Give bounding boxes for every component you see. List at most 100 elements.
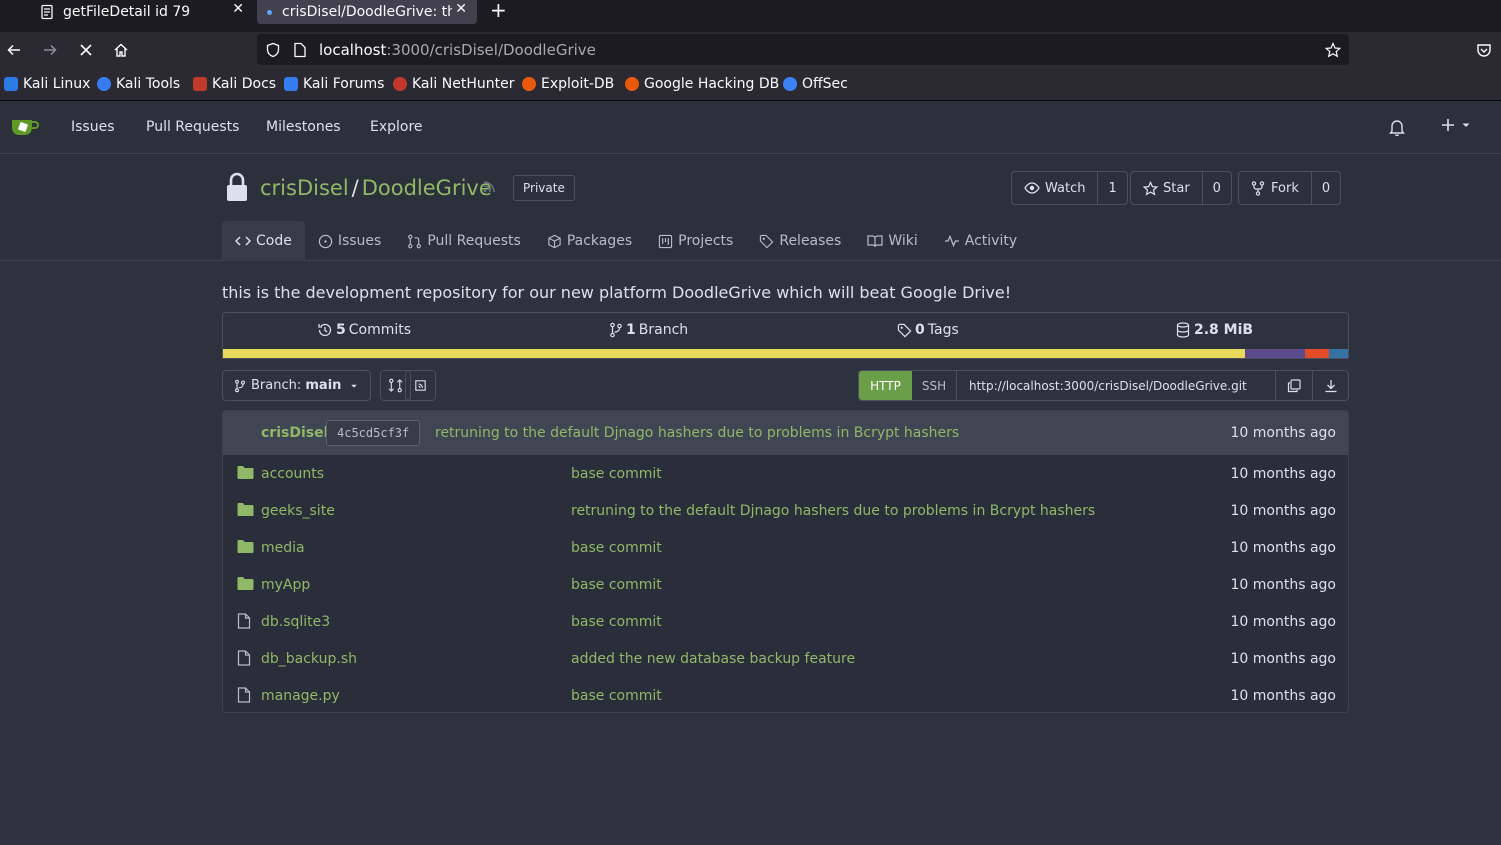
- history-icon: [318, 323, 332, 337]
- watch-button[interactable]: Watch: [1012, 172, 1099, 204]
- create-new-button[interactable]: [1441, 118, 1471, 132]
- folder-icon: [237, 503, 254, 516]
- tab-title: crisDisel/DoodleGrive: thi: [282, 4, 452, 20]
- file-commit-message[interactable]: base commit: [571, 614, 662, 630]
- history-button[interactable]: [405, 370, 436, 401]
- file-name[interactable]: db_backup.sh: [261, 651, 357, 667]
- tab-label: Projects: [678, 233, 734, 249]
- project-icon: [658, 234, 673, 248]
- file-time: 10 months ago: [1230, 502, 1336, 519]
- star-button[interactable]: Star: [1131, 172, 1203, 204]
- language-segment[interactable]: [223, 349, 1245, 358]
- bookmark-label: Exploit-DB: [541, 76, 615, 92]
- repo-owner-link[interactable]: crisDisel: [260, 176, 349, 200]
- url-bar[interactable]: localhost:3000/crisDisel/DoodleGrive: [257, 34, 1349, 65]
- gitea-logo[interactable]: [10, 116, 40, 138]
- file-name[interactable]: geeks_site: [261, 503, 335, 519]
- star-count[interactable]: 0: [1203, 181, 1231, 196]
- commit-message[interactable]: retruning to the default Djnago hashers …: [435, 425, 959, 441]
- browser-tab-active[interactable]: crisDisel/DoodleGrive: thi ✕: [257, 0, 477, 24]
- file-name[interactable]: accounts: [261, 466, 324, 482]
- close-tab-icon[interactable]: ✕: [455, 1, 467, 17]
- bookmark-star-icon[interactable]: [1325, 41, 1341, 58]
- browser-tab[interactable]: getFileDetail id 79 ✕: [34, 0, 254, 24]
- language-segment[interactable]: [1244, 349, 1306, 358]
- file-name[interactable]: manage.py: [261, 688, 340, 704]
- browser-nav-bar: localhost:3000/crisDisel/DoodleGrive: [0, 32, 1501, 68]
- stop-loading-button[interactable]: [76, 40, 96, 60]
- tab-label: Packages: [566, 233, 633, 249]
- pocket-button[interactable]: [1474, 40, 1494, 60]
- file-commit-message[interactable]: base commit: [571, 688, 662, 704]
- file-row-geeks-site: geeks_site retruning to the default Djna…: [223, 492, 1348, 529]
- file-commit-message[interactable]: added the new database backup feature: [571, 651, 855, 667]
- bookmark-kali-docs[interactable]: Kali Docs: [193, 76, 276, 92]
- tab-releases[interactable]: Releases: [746, 221, 854, 261]
- file-name[interactable]: myApp: [261, 577, 310, 593]
- tab-projects[interactable]: Projects: [645, 221, 746, 261]
- tab-issues[interactable]: Issues: [305, 221, 395, 261]
- bookmark-kali-tools[interactable]: Kali Tools: [97, 76, 180, 92]
- lock-icon: [224, 171, 250, 203]
- kali-forums-icon: [284, 77, 298, 91]
- commit-time: 10 months ago: [1230, 425, 1336, 441]
- bookmark-kali-forums[interactable]: Kali Forums: [284, 76, 384, 92]
- clone-http-button[interactable]: HTTP: [859, 371, 912, 400]
- branch-selector[interactable]: Branch: main: [222, 370, 371, 401]
- nav-explore[interactable]: Explore: [370, 119, 423, 135]
- language-segment[interactable]: [1328, 349, 1348, 358]
- git-branch-icon: [610, 322, 622, 338]
- file-commit-message[interactable]: base commit: [571, 466, 662, 482]
- download-button[interactable]: [1312, 371, 1348, 400]
- folder-icon: [237, 577, 254, 590]
- home-icon: [114, 43, 128, 57]
- nav-issues[interactable]: Issues: [71, 119, 115, 135]
- file-commit-message[interactable]: base commit: [571, 577, 662, 593]
- caret-down-icon: [1462, 123, 1470, 127]
- copy-url-button[interactable]: [1276, 371, 1312, 400]
- fork-button[interactable]: Fork: [1239, 172, 1312, 204]
- language-segment[interactable]: [1305, 349, 1329, 358]
- tab-code[interactable]: Code: [222, 221, 305, 261]
- tab-packages[interactable]: Packages: [534, 221, 645, 261]
- clone-ssh-button[interactable]: SSH: [912, 371, 957, 400]
- back-button[interactable]: [4, 40, 24, 60]
- forward-button[interactable]: [40, 40, 60, 60]
- file-table: crisDisel 4c5cd5cf3f retruning to the de…: [222, 410, 1349, 713]
- fork-count[interactable]: 0: [1312, 181, 1340, 196]
- repo-name-link[interactable]: DoodleGrive: [362, 176, 492, 200]
- tab-pull-requests[interactable]: Pull Requests: [394, 221, 533, 261]
- book-icon: [867, 235, 883, 248]
- file-commit-message[interactable]: retruning to the default Djnago hashers …: [571, 503, 1095, 519]
- nav-milestones[interactable]: Milestones: [266, 119, 341, 135]
- home-button[interactable]: [111, 40, 131, 60]
- commit-sha-label[interactable]: 4c5cd5cf3f: [326, 420, 421, 446]
- notifications-button[interactable]: [1389, 118, 1405, 136]
- close-tab-icon[interactable]: ✕: [232, 1, 244, 17]
- rss-feed-icon[interactable]: [482, 180, 496, 194]
- watch-count[interactable]: 1: [1098, 181, 1126, 196]
- branches-stat[interactable]: 1 Branch: [609, 322, 688, 338]
- clone-url-input[interactable]: http://localhost:3000/crisDisel/DoodleGr…: [957, 371, 1276, 400]
- bookmark-google-hacking-db[interactable]: Google Hacking DB: [625, 76, 779, 92]
- bookmark-kali-linux[interactable]: Kali Linux: [4, 76, 90, 92]
- tab-activity[interactable]: Activity: [931, 221, 1030, 261]
- file-name[interactable]: media: [261, 540, 305, 556]
- new-tab-button[interactable]: +: [490, 0, 507, 22]
- bookmark-offsec[interactable]: OffSec: [783, 76, 848, 92]
- file-commit-message[interactable]: base commit: [571, 540, 662, 556]
- url-text: localhost:3000/crisDisel/DoodleGrive: [319, 41, 596, 59]
- bookmark-exploit-db[interactable]: Exploit-DB: [522, 76, 614, 92]
- nav-pull-requests[interactable]: Pull Requests: [146, 119, 239, 135]
- shield-icon: [266, 42, 280, 57]
- tab-wiki[interactable]: Wiki: [854, 221, 930, 261]
- file-time: 10 months ago: [1230, 539, 1336, 556]
- tags-stat[interactable]: 0 Tags: [897, 322, 959, 338]
- bookmark-kali-nethunter[interactable]: Kali NetHunter: [393, 76, 514, 92]
- commits-stat[interactable]: 5 Commits: [317, 322, 411, 338]
- bookmark-label: Google Hacking DB: [644, 76, 780, 92]
- commit-author[interactable]: crisDisel: [261, 425, 328, 441]
- language-bar[interactable]: [223, 349, 1348, 358]
- file-time: 10 months ago: [1230, 613, 1336, 630]
- file-name[interactable]: db.sqlite3: [261, 614, 330, 630]
